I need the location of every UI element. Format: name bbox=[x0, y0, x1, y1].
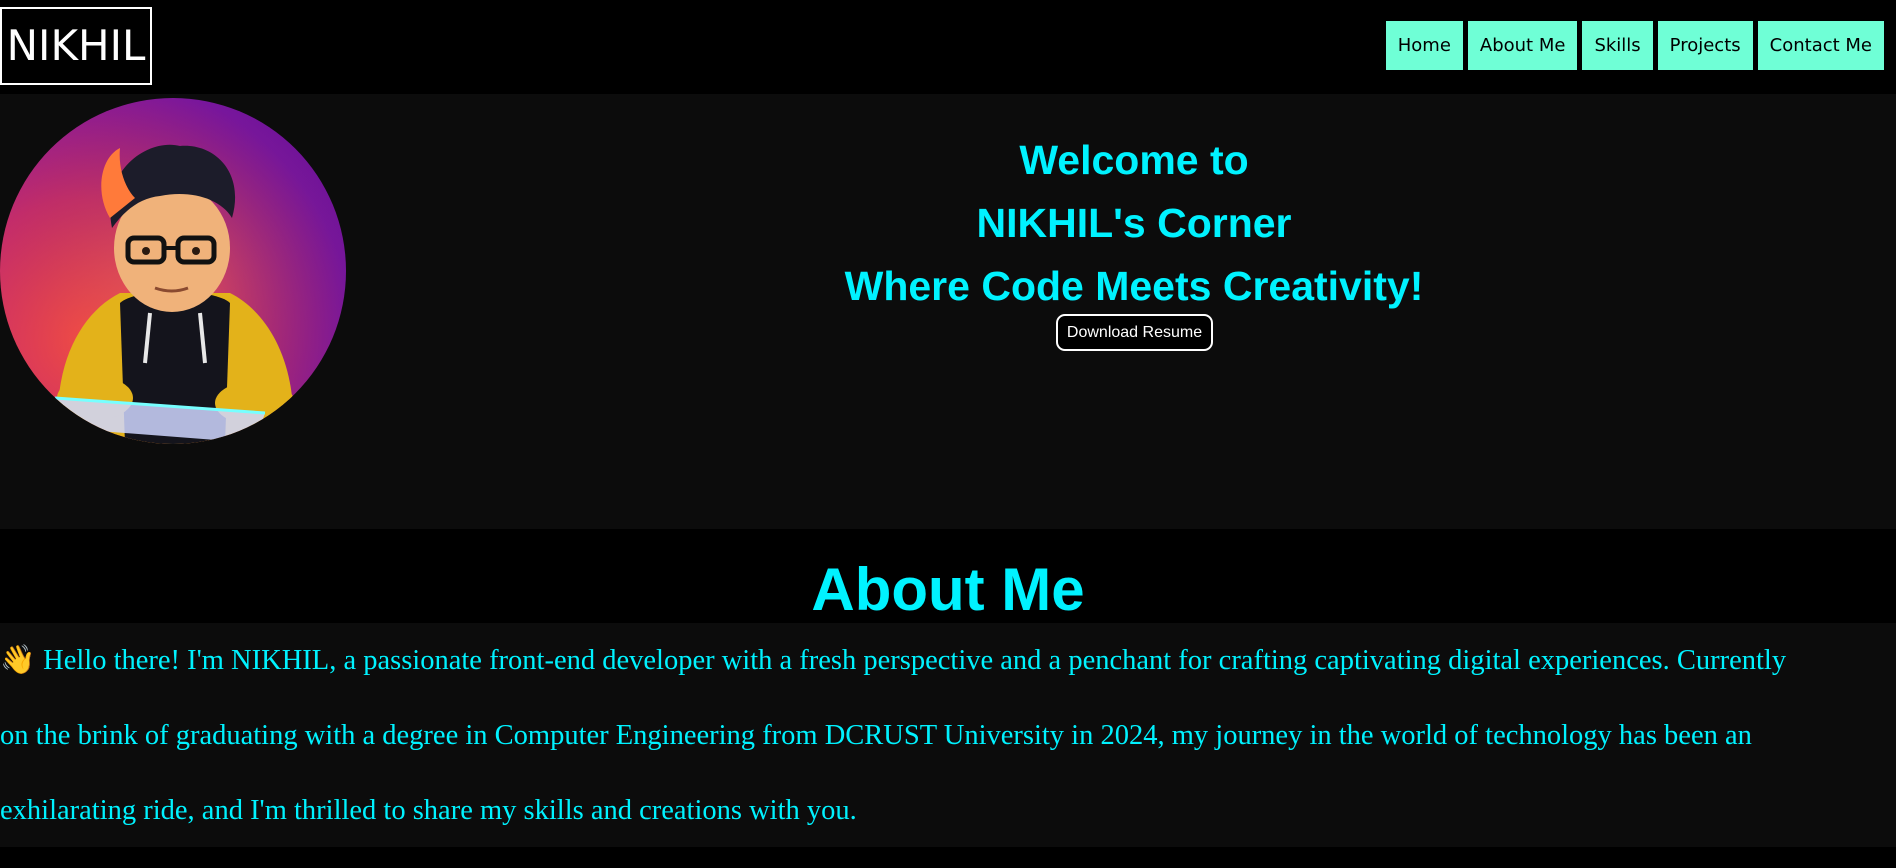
nav-skills[interactable]: Skills bbox=[1582, 21, 1653, 70]
nav-contact-me[interactable]: Contact Me bbox=[1757, 21, 1884, 70]
about-line-1: 👋 Hello there! I'm NIKHIL, a passionate … bbox=[0, 623, 1894, 698]
hero-line-corner: NIKHIL's Corner bbox=[976, 200, 1292, 246]
site-header: NIKHIL Home About Me Skills Projects Con… bbox=[0, 0, 1896, 94]
about-line-2: on the brink of graduating with a degree… bbox=[0, 720, 1752, 751]
hero-section: Welcome to NIKHIL's Corner Where Code Me… bbox=[0, 94, 1896, 529]
nav-about-me[interactable]: About Me bbox=[1467, 21, 1578, 70]
about-line-1-text: Hello there! I'm NIKHIL, a passionate fr… bbox=[43, 645, 1787, 676]
main-nav: Home About Me Skills Projects Contact Me bbox=[1385, 21, 1884, 70]
nav-home[interactable]: Home bbox=[1385, 21, 1463, 70]
hero-heading: Welcome to NIKHIL's Corner Where Code Me… bbox=[634, 129, 1634, 318]
about-me-text: 👋 Hello there! I'm NIKHIL, a passionate … bbox=[0, 623, 1896, 847]
nav-projects[interactable]: Projects bbox=[1657, 21, 1753, 70]
hero-line-tagline: Where Code Meets Creativity! bbox=[844, 263, 1424, 309]
waving-hand-icon: 👋 bbox=[0, 645, 36, 676]
about-me-heading: About Me bbox=[0, 529, 1896, 623]
hero-line-welcome: Welcome to bbox=[1019, 137, 1249, 183]
avatar-image bbox=[0, 98, 346, 444]
download-resume-button[interactable]: Download Resume bbox=[1056, 314, 1213, 351]
about-line-3: exhilarating ride, and I'm thrilled to s… bbox=[0, 795, 857, 826]
site-logo[interactable]: NIKHIL bbox=[0, 7, 152, 85]
